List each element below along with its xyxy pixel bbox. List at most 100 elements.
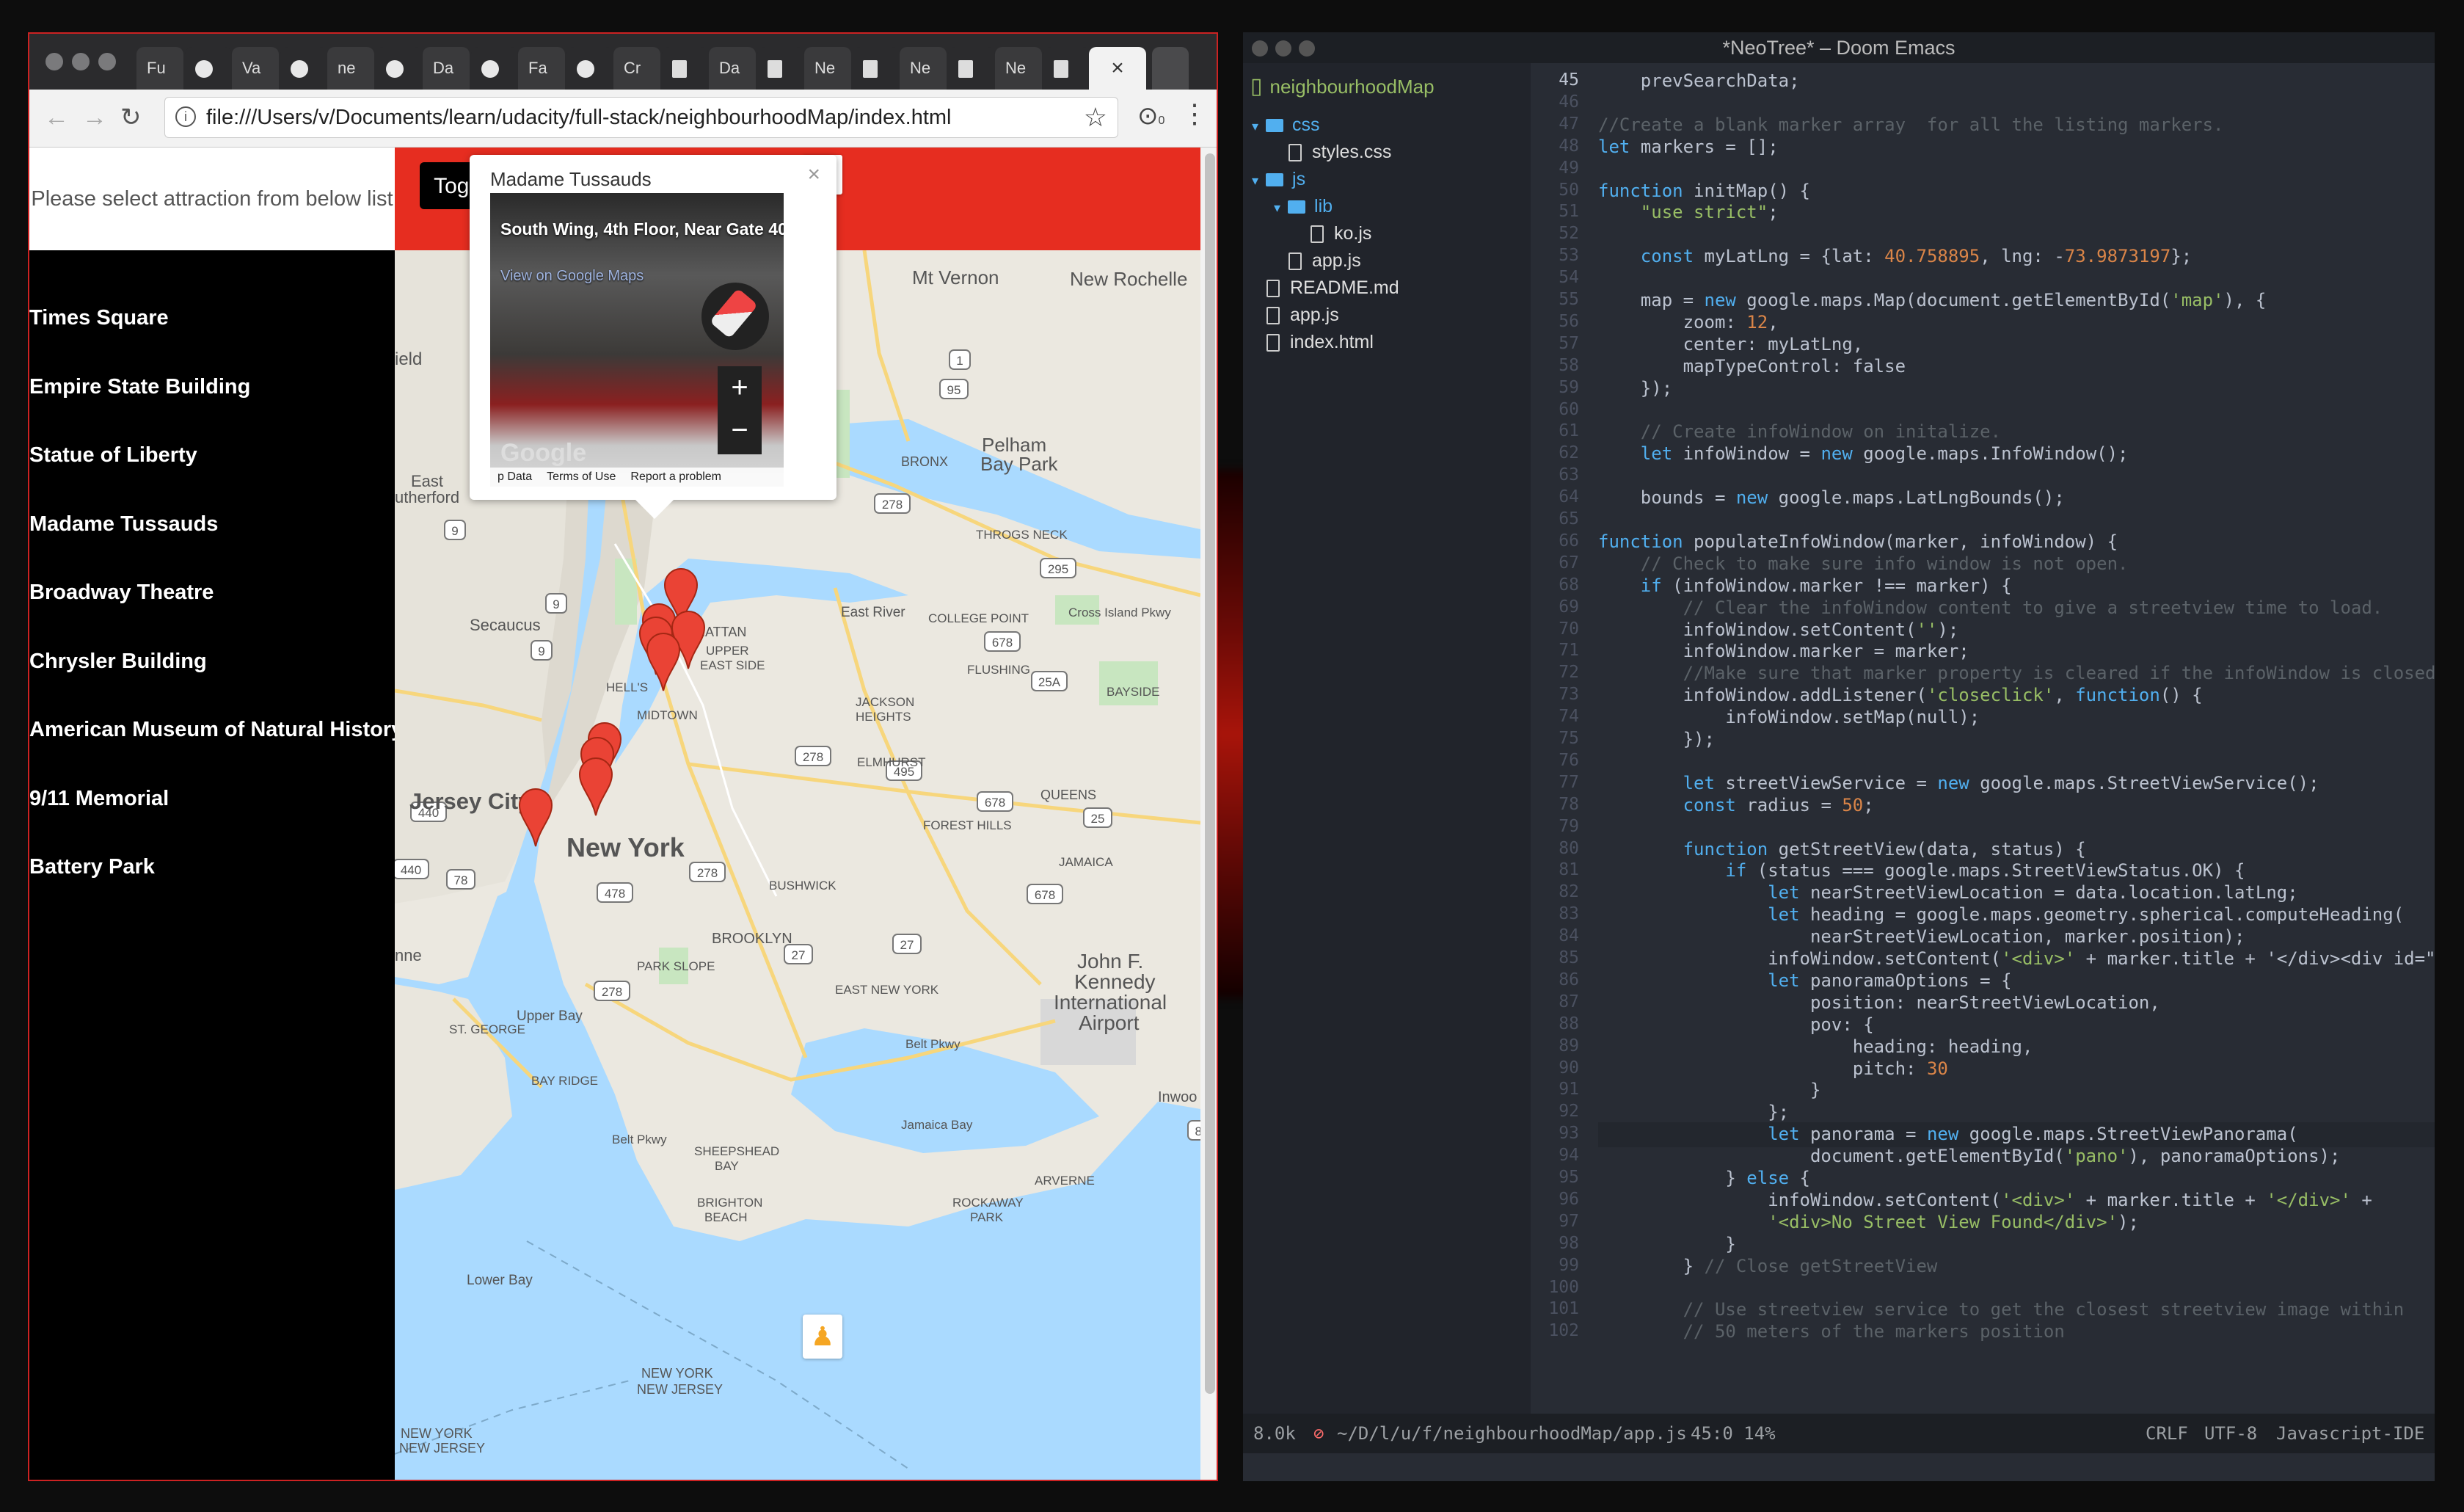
code-line[interactable]: infoWindow.setMap(null); [1598, 707, 1980, 727]
map-data-link[interactable]: p Data [490, 468, 539, 487]
code-line[interactable]: infoWindow.addListener('closeclick', fun… [1598, 685, 2203, 705]
code-line[interactable]: center: myLatLng, [1598, 334, 1864, 355]
code-line[interactable]: // 50 meters of the markers position [1598, 1321, 2065, 1342]
tab-close-icon[interactable]: × [1111, 56, 1124, 80]
attraction-item[interactable]: Madame Tussauds [29, 512, 218, 537]
browser-tab[interactable] [948, 47, 995, 90]
attraction-item[interactable]: 9/11 Memorial [29, 787, 169, 811]
code-line[interactable]: pov: { [1598, 1014, 1874, 1035]
code-line[interactable]: infoWindow.setContent(''); [1598, 619, 1959, 640]
pegman-icon[interactable]: ♟ [803, 1315, 842, 1359]
browser-tab[interactable]: Da [423, 47, 470, 90]
view-on-google-maps-link[interactable]: View on Google Maps [500, 268, 644, 285]
browser-tab[interactable]: ne [327, 47, 374, 90]
browser-tab[interactable]: Fa [518, 47, 565, 90]
zoom-in-icon[interactable]: + [718, 366, 762, 409]
code-line[interactable]: }); [1598, 378, 1672, 399]
close-icon[interactable]: × [807, 162, 820, 187]
code-line[interactable]: "use strict"; [1598, 202, 1779, 222]
browser-tab[interactable] [1043, 47, 1090, 90]
code-line[interactable]: } // Close getStreetView [1598, 1256, 1938, 1276]
browser-tab[interactable] [853, 47, 900, 90]
code-line[interactable]: let nearStreetViewLocation = data.locati… [1598, 882, 2297, 903]
code-line[interactable]: } [1598, 1234, 1735, 1254]
attraction-item[interactable]: Chrysler Building [29, 650, 207, 674]
code-line[interactable]: } [1598, 1080, 1820, 1100]
attraction-item[interactable]: Empire State Building [29, 375, 250, 399]
code-line[interactable]: if (status === google.maps.StreetViewSta… [1598, 860, 2245, 881]
attraction-item[interactable]: Statue of Liberty [29, 443, 197, 468]
neotree-file[interactable]: styles.css [1289, 142, 1391, 163]
code-line[interactable]: let heading = google.maps.geometry.spher… [1598, 904, 2404, 925]
extension-icon[interactable]: ⊙0 [1137, 101, 1164, 131]
code-line[interactable]: // Create infoWindow on initalize. [1598, 421, 2001, 442]
neotree-file[interactable]: README.md [1266, 277, 1399, 299]
address-bar[interactable]: i file:///Users/v/Documents/learn/udacit… [164, 97, 1118, 138]
code-editor[interactable]: 45 prevSearchData; 46 47 //Create a blank m… [1531, 63, 2435, 1443]
zoom-out-icon[interactable]: − [718, 409, 762, 451]
tab-active[interactable]: × [1089, 47, 1146, 90]
attraction-item[interactable]: Times Square [29, 306, 169, 330]
attraction-item[interactable]: Broadway Theatre [29, 581, 214, 605]
neotree-dir[interactable]: ▾ lib [1274, 196, 1333, 217]
scrollbar-thumb[interactable] [1205, 153, 1215, 1394]
terms-of-use-link[interactable]: Terms of Use [539, 468, 623, 487]
url-text[interactable]: file:///Users/v/Documents/learn/udacity/… [206, 98, 951, 137]
maximize-window-button[interactable] [1299, 40, 1315, 57]
browser-tab[interactable] [662, 47, 709, 90]
browser-menu-icon[interactable]: ⋮ [1181, 98, 1208, 129]
code-line[interactable]: if (infoWindow.marker !== marker) { [1598, 575, 2012, 596]
code-line[interactable]: document.getElementById('pano'), panoram… [1598, 1146, 2340, 1166]
code-line[interactable]: //Make sure that marker property is clea… [1598, 663, 2435, 683]
code-line[interactable]: // Use streetview service to get the clo… [1598, 1299, 2405, 1320]
browser-tab[interactable] [376, 47, 423, 90]
browser-tab[interactable]: Ne [900, 47, 947, 90]
neotree-file[interactable]: app.js [1289, 250, 1361, 272]
code-line[interactable]: const myLatLng = {lat: 40.758895, lng: -… [1598, 246, 2192, 266]
code-line[interactable]: function initMap() { [1598, 181, 1810, 201]
code-line[interactable]: }; [1598, 1102, 1789, 1122]
code-line[interactable]: }); [1598, 729, 1715, 749]
browser-tab[interactable]: Ne [804, 47, 851, 90]
neotree-file[interactable]: app.js [1266, 305, 1339, 326]
forward-icon[interactable]: → [82, 100, 107, 135]
code-line[interactable]: // Check to make sure info window is not… [1598, 553, 2129, 574]
attraction-select[interactable]: Please select attraction from below list [29, 148, 395, 250]
browser-tab[interactable] [757, 47, 804, 90]
code-line[interactable]: } else { [1598, 1168, 1810, 1188]
info-icon[interactable]: i [175, 106, 196, 127]
neotree-root[interactable]: ▯ neighbourhoodMap [1250, 73, 1435, 99]
code-line[interactable]: map = new google.maps.Map(document.getEl… [1598, 290, 2267, 310]
neotree-dir[interactable]: ▾ js [1252, 169, 1305, 190]
code-line[interactable]: let streetViewService = new google.maps.… [1598, 773, 2319, 793]
browser-tab[interactable]: Cr [613, 47, 660, 90]
attraction-item[interactable]: American Museum of Natural History [29, 718, 403, 742]
code-line[interactable]: '<div>No Street View Found</div>'); [1598, 1212, 2139, 1232]
code-line[interactable]: pitch: 30 [1598, 1058, 1948, 1079]
compass-icon[interactable] [701, 283, 769, 350]
browser-tab[interactable] [471, 47, 518, 90]
code-line[interactable]: bounds = new google.maps.LatLngBounds(); [1598, 487, 2065, 508]
back-icon[interactable]: ← [44, 100, 69, 135]
code-line[interactable]: const radius = 50; [1598, 795, 1874, 815]
code-line[interactable]: infoWindow.setContent('<div>' + marker.t… [1598, 1190, 2372, 1210]
report-problem-link[interactable]: Report a problem [623, 468, 729, 487]
bookmark-star-icon[interactable]: ☆ [1084, 102, 1107, 133]
reload-icon[interactable]: ↻ [120, 100, 142, 135]
minimize-window-button[interactable] [1275, 40, 1291, 57]
browser-tab[interactable]: Fu [136, 47, 183, 90]
browser-tab[interactable]: Da [709, 47, 756, 90]
browser-tab[interactable] [185, 47, 232, 90]
zoom-control[interactable]: + − [718, 366, 762, 454]
browser-tab[interactable]: Va [232, 47, 279, 90]
code-line[interactable]: nearStreetViewLocation, marker.position)… [1598, 926, 2245, 947]
code-line[interactable]: let panoramaOptions = { [1598, 970, 2011, 991]
new-tab-button[interactable] [1152, 47, 1189, 90]
code-line[interactable]: let panorama = new google.maps.StreetVie… [1598, 1124, 2297, 1144]
code-line[interactable]: prevSearchData; [1598, 70, 1800, 91]
page-scrollbar[interactable] [1200, 148, 1217, 1480]
code-line[interactable]: position: nearStreetViewLocation, [1598, 992, 2160, 1013]
code-line[interactable]: heading: heading, [1598, 1036, 2033, 1057]
code-line[interactable]: let infoWindow = new google.maps.InfoWin… [1598, 443, 2129, 464]
code-line[interactable]: infoWindow.marker = marker; [1598, 641, 1969, 661]
